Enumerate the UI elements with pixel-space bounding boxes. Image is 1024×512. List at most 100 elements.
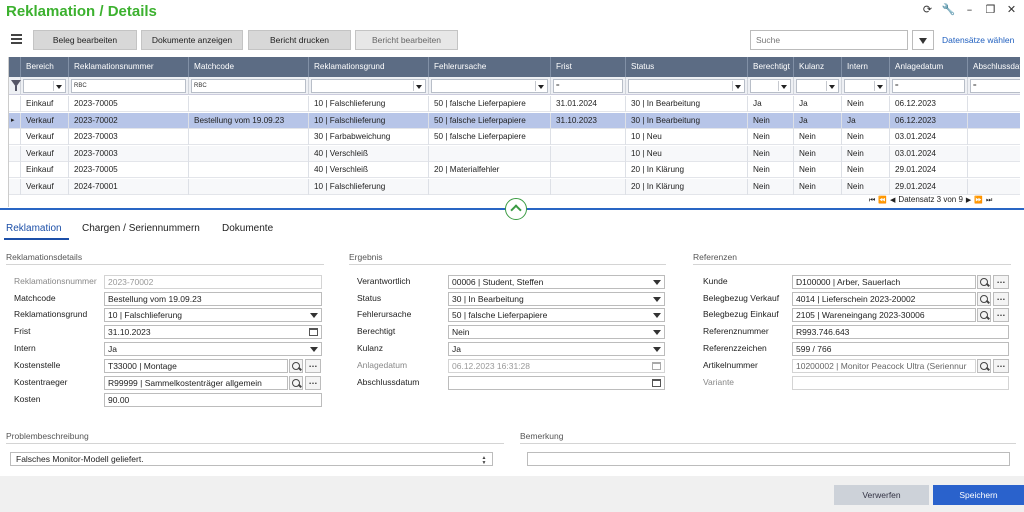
- column-header[interactable]: Reklamationsgrund: [309, 57, 429, 77]
- more-options-icon[interactable]: …: [305, 359, 321, 373]
- label-belegbezug-einkauf: Belegbezug Einkauf: [703, 309, 779, 319]
- filter-input[interactable]: RBC: [191, 79, 306, 93]
- kostenstelle-field[interactable]: T33000 | Montage: [104, 359, 288, 373]
- chevron-down-icon[interactable]: [650, 325, 664, 339]
- calendar-icon[interactable]: [306, 325, 320, 339]
- column-header[interactable]: Abschlussdat: [968, 57, 1020, 77]
- artikelnummer-field[interactable]: 10200002 | Monitor Peacock Ultra (Serien…: [792, 359, 976, 373]
- filter-input[interactable]: RBC: [71, 79, 186, 93]
- search-icon[interactable]: [289, 359, 303, 373]
- status-select[interactable]: 30 | In Bearbeitung: [448, 292, 665, 306]
- more-options-icon[interactable]: …: [993, 275, 1009, 289]
- column-header[interactable]: Berechtigt: [748, 57, 794, 77]
- table-row[interactable]: Verkauf 2024-70001 10 | Falschlieferung 20 …: [9, 178, 1020, 195]
- column-header[interactable]: Intern: [842, 57, 890, 77]
- close-icon[interactable]: ✕: [1003, 3, 1020, 17]
- search-icon[interactable]: [289, 376, 303, 390]
- column-header[interactable]: Frist: [551, 57, 626, 77]
- bericht-drucken-button[interactable]: Bericht drucken: [248, 30, 351, 50]
- referenzzeichen-field[interactable]: 599 / 766: [792, 342, 1009, 356]
- chevron-down-icon[interactable]: [307, 342, 321, 356]
- scroll-spinner-icon[interactable]: ▲ ▼: [480, 456, 488, 466]
- table-row[interactable]: Verkauf 2023-70003 40 | Verschleiß 10 | Neu…: [9, 145, 1020, 162]
- tab-reklamation[interactable]: Reklamation: [6, 223, 62, 234]
- verantwortlich-select[interactable]: 00006 | Student, Steffen: [448, 275, 665, 289]
- table-row[interactable]: Einkauf 2023-70005 40 | Verschleiß 20 | Mat…: [9, 162, 1020, 178]
- referenznummer-field[interactable]: R993.746.643: [792, 325, 1009, 339]
- tab-dokumente[interactable]: Dokumente: [222, 223, 273, 234]
- kostentraeger-field[interactable]: R99999 | Sammelkostenträger allgemein: [104, 376, 288, 390]
- frist-date-field[interactable]: 31.10.2023: [104, 325, 322, 339]
- next-page-fast-icon[interactable]: ⏩: [974, 194, 983, 206]
- search-icon[interactable]: [977, 359, 991, 373]
- problembeschreibung-field[interactable]: Falsches Monitor-Modell geliefert.: [10, 452, 493, 466]
- calendar-icon[interactable]: [649, 376, 663, 390]
- column-header[interactable]: Bereich: [21, 57, 69, 77]
- speichern-button[interactable]: Speichern: [933, 485, 1024, 505]
- filter-select[interactable]: [431, 79, 548, 93]
- refresh-icon[interactable]: ⟳: [919, 3, 936, 17]
- filter-select[interactable]: [311, 79, 426, 93]
- chevron-down-icon[interactable]: [307, 308, 321, 322]
- search-icon[interactable]: [977, 292, 991, 306]
- column-header[interactable]: Status: [626, 57, 748, 77]
- filter-input[interactable]: =: [892, 79, 965, 93]
- first-page-icon[interactable]: ⏮: [869, 194, 875, 206]
- table-row[interactable]: Verkauf 2023-70003 30 | Farbabweichung 50 |…: [9, 129, 1020, 145]
- search-dropdown-button[interactable]: [912, 30, 934, 50]
- column-header[interactable]: Matchcode: [189, 57, 309, 77]
- datensaetze-waehlen-link[interactable]: Datensätze wählen: [942, 35, 1014, 45]
- more-options-icon[interactable]: …: [993, 292, 1009, 306]
- search-icon[interactable]: [977, 275, 991, 289]
- label-variante: Variante: [703, 377, 735, 387]
- filter-select[interactable]: [844, 79, 887, 93]
- verwerfen-button[interactable]: Verwerfen: [834, 485, 929, 505]
- collapse-chevron-up-icon[interactable]: [505, 198, 527, 220]
- search-icon[interactable]: [977, 308, 991, 322]
- more-options-icon[interactable]: …: [305, 376, 321, 390]
- filter-input[interactable]: =: [970, 79, 1020, 93]
- filter-funnel-icon[interactable]: [9, 77, 21, 95]
- intern-select[interactable]: Ja: [104, 342, 322, 356]
- minimize-icon[interactable]: –: [961, 3, 978, 17]
- fehlerursache-select[interactable]: 50 | falsche Lieferpapiere: [448, 308, 665, 322]
- search-input[interactable]: Suche: [750, 30, 908, 50]
- next-page-icon[interactable]: ▶: [966, 194, 971, 206]
- maximize-icon[interactable]: ❐: [982, 3, 999, 17]
- chevron-down-icon[interactable]: [650, 308, 664, 322]
- chevron-down-icon[interactable]: [650, 292, 664, 306]
- dokumente-anzeigen-button[interactable]: Dokumente anzeigen: [141, 30, 243, 50]
- berechtigt-select[interactable]: Nein: [448, 325, 665, 339]
- filter-select[interactable]: [796, 79, 839, 93]
- kunde-field[interactable]: D100000 | Arber, Sauerlach: [792, 275, 976, 289]
- table-row[interactable]: ▸ Verkauf 2023-70002 Bestellung vom 19.09.2…: [9, 112, 1020, 129]
- belegbezug-verkauf-field[interactable]: 4014 | Lieferschein 2023-20002: [792, 292, 976, 306]
- column-header[interactable]: Anlagedatum: [890, 57, 968, 77]
- filter-select[interactable]: [750, 79, 791, 93]
- abschlussdatum-field[interactable]: [448, 376, 665, 390]
- chevron-down-icon[interactable]: [650, 275, 664, 289]
- more-options-icon[interactable]: …: [993, 308, 1009, 322]
- matchcode-field[interactable]: Bestellung vom 19.09.23: [104, 292, 322, 306]
- column-header[interactable]: Kulanz: [794, 57, 842, 77]
- kulanz-select[interactable]: Ja: [448, 342, 665, 356]
- prev-page-icon[interactable]: ◀: [890, 194, 895, 206]
- belegbezug-einkauf-field[interactable]: 2105 | Wareneingang 2023-30006: [792, 308, 976, 322]
- hamburger-menu-icon[interactable]: [11, 34, 22, 44]
- filter-input[interactable]: =: [553, 79, 623, 93]
- column-header[interactable]: Fehlerursache: [429, 57, 551, 77]
- more-options-icon[interactable]: …: [993, 359, 1009, 373]
- reklamationsgrund-select[interactable]: 10 | Falschlieferung: [104, 308, 322, 322]
- bemerkung-field[interactable]: [527, 452, 1010, 466]
- chevron-down-icon[interactable]: [650, 342, 664, 356]
- prev-page-fast-icon[interactable]: ⏪: [878, 194, 887, 206]
- column-header[interactable]: Reklamationsnummer: [69, 57, 189, 77]
- wrench-icon[interactable]: 🔧: [940, 3, 957, 17]
- tab-chargen[interactable]: Chargen / Seriennummern: [82, 223, 200, 234]
- filter-select[interactable]: [23, 79, 66, 93]
- kosten-field[interactable]: 90.00: [104, 393, 322, 407]
- beleg-bearbeiten-button[interactable]: Beleg bearbeiten: [33, 30, 137, 50]
- filter-select[interactable]: [628, 79, 745, 93]
- table-row[interactable]: Einkauf 2023-70005 10 | Falschlieferung 50 …: [9, 96, 1020, 112]
- last-page-icon[interactable]: ⏭: [986, 194, 992, 206]
